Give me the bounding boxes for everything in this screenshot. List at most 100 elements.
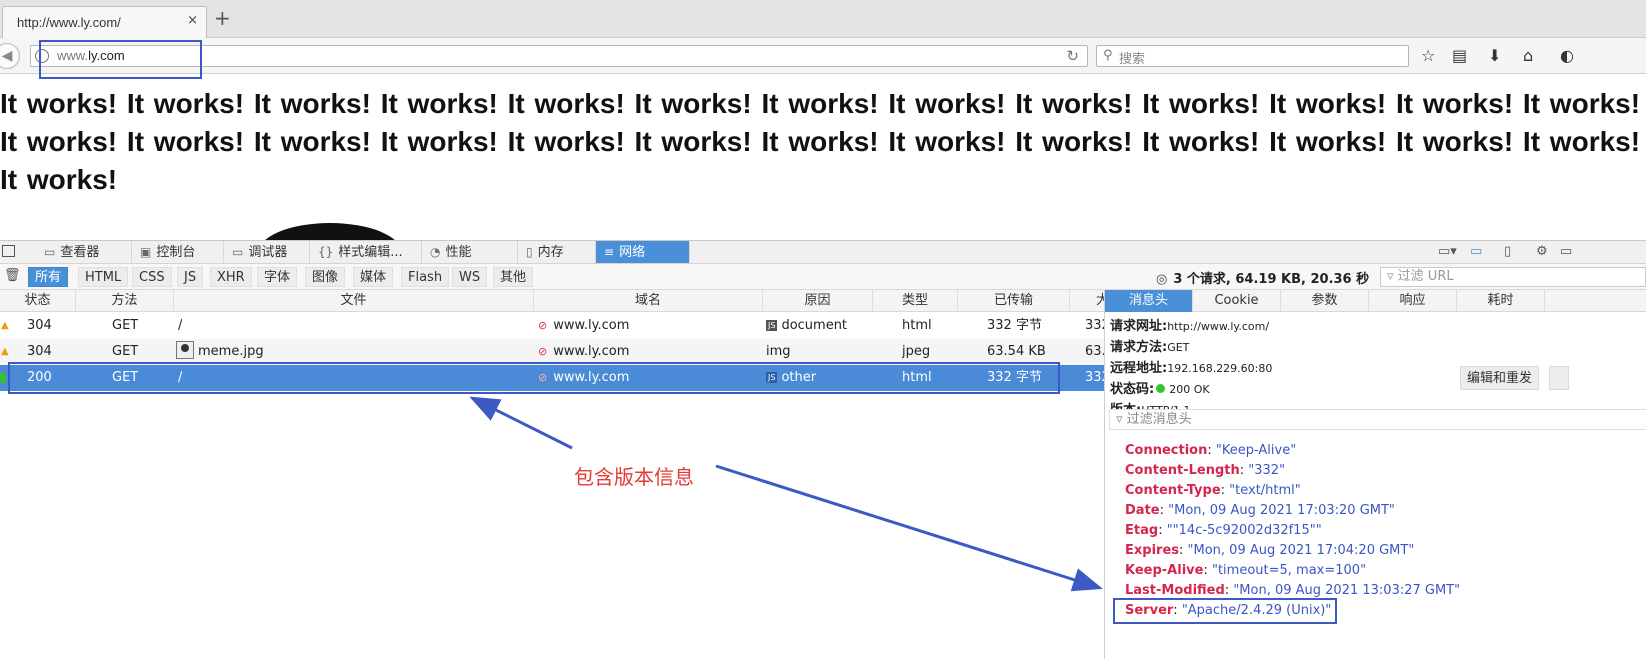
tab-label: 样式编辑... <box>338 245 403 260</box>
trash-icon[interactable]: 🗑 <box>4 268 21 283</box>
tab-params[interactable]: 参数 <box>1281 290 1369 312</box>
back-arrow-icon[interactable]: ◀ <box>0 43 20 69</box>
console-icon: ▣ <box>140 245 152 259</box>
devtools-toolbar: ▭ 查看器 ▣ 控制台 ▭ 调试器 {} 样式编辑... ◔ 性能 ▯ 内存 ≡ 网络 ▭▾ … <box>0 241 1646 264</box>
tab-debugger[interactable]: ▭ 调试器 <box>224 241 310 263</box>
url-annotation-box <box>39 40 202 79</box>
reading-list-icon[interactable]: ▤ <box>1452 46 1467 65</box>
request-method-value: GET <box>1167 341 1190 354</box>
column-method[interactable]: 方法 <box>76 290 174 312</box>
column-type[interactable]: 类型 <box>873 290 958 312</box>
settings-gear-icon[interactable]: ⚙ <box>1536 244 1548 259</box>
filter-js[interactable]: JS <box>177 267 204 287</box>
row-domain: www.ly.com <box>553 344 630 359</box>
row-status: 304 <box>27 318 52 333</box>
header-row: Etag: ""14c-5c92002d32f15"" <box>1125 523 1322 538</box>
tab-memory[interactable]: ▯ 内存 <box>518 241 596 263</box>
style-editor-icon: {} <box>318 245 334 259</box>
dock-layout-icon[interactable]: ▭▾ <box>1438 244 1457 259</box>
tab-console[interactable]: ▣ 控制台 <box>132 241 224 263</box>
filter-fonts[interactable]: 字体 <box>257 267 298 287</box>
header-key: Date <box>1125 503 1160 518</box>
column-transferred[interactable]: 已传输 <box>958 290 1070 312</box>
header-key: Last-Modified <box>1125 583 1225 598</box>
memory-icon: ▯ <box>526 245 533 259</box>
menu-icon[interactable]: ◐ <box>1560 46 1574 65</box>
header-value: "text/html" <box>1229 483 1301 498</box>
filter-ws[interactable]: WS <box>452 267 488 287</box>
request-method-line: 请求方法:GET <box>1110 336 1189 355</box>
header-value: "332" <box>1248 463 1286 478</box>
tab-headers[interactable]: 消息头 <box>1105 290 1193 312</box>
home-icon[interactable]: ⌂ <box>1523 46 1533 65</box>
filter-all[interactable]: 所有 <box>28 267 69 287</box>
image-thumbnail-icon <box>176 341 194 359</box>
split-console-icon[interactable]: ▭ <box>1470 244 1482 259</box>
column-cause[interactable]: 原因 <box>763 290 873 312</box>
column-status[interactable]: 状态 <box>0 290 76 312</box>
insecure-lock-icon: ⊘ <box>538 319 548 332</box>
responsive-mode-icon[interactable]: ▯ <box>1504 244 1511 259</box>
remote-address-label: 远程地址: <box>1110 361 1168 376</box>
filter-flash[interactable]: Flash <box>401 267 450 287</box>
header-value: ""14c-5c92002d32f15"" <box>1166 523 1322 538</box>
status-code-label: 状态码: <box>1110 382 1155 397</box>
tab-network[interactable]: ≡ 网络 <box>596 241 690 263</box>
row-domain-cell: ⊘ www.ly.com <box>538 313 629 339</box>
browser-tab[interactable]: http://www.ly.com/ × <box>2 6 207 38</box>
tab-inspector[interactable]: ▭ 查看器 <box>36 241 132 263</box>
filter-css[interactable]: CSS <box>132 267 172 287</box>
page-content: It works! It works! It works! It works! … <box>0 75 1646 241</box>
header-value: "Mon, 09 Aug 2021 17:04:20 GMT" <box>1187 543 1415 558</box>
table-row[interactable]: ▲ 304 GET / ⊘ www.ly.com JS document html … <box>0 313 1104 339</box>
timer-icon: ◎ <box>1156 272 1168 287</box>
tab-timings[interactable]: 耗时 <box>1457 290 1545 312</box>
filter-media[interactable]: 媒体 <box>353 267 394 287</box>
reload-icon[interactable]: ↻ <box>1066 47 1079 65</box>
search-box[interactable]: ⚲ 搜索 <box>1096 45 1409 67</box>
bookmark-star-icon[interactable]: ☆ <box>1421 46 1435 65</box>
it-works-text: It works! It works! It works! It works! … <box>0 88 1641 195</box>
header-key: Content-Type <box>1125 483 1221 498</box>
edit-and-resend-button[interactable]: 编辑和重发 <box>1460 366 1540 390</box>
filter-images[interactable]: 图像 <box>305 267 346 287</box>
tab-close-icon[interactable]: × <box>187 13 198 28</box>
element-picker-icon[interactable] <box>2 245 15 257</box>
filter-xhr[interactable]: XHR <box>210 267 252 287</box>
tab-label: 查看器 <box>60 245 100 260</box>
filter-html[interactable]: HTML <box>78 267 129 287</box>
column-domain[interactable]: 域名 <box>534 290 763 312</box>
inspector-icon: ▭ <box>44 245 56 259</box>
selected-row-annotation-box <box>8 362 1060 394</box>
column-size[interactable]: 大 <box>1070 290 1104 312</box>
header-filter-input[interactable]: ▿ 过滤消息头 <box>1109 409 1646 430</box>
tab-title: http://www.ly.com/ <box>17 15 121 30</box>
header-row: Content-Length: "332" <box>1125 463 1286 478</box>
insecure-lock-icon: ⊘ <box>538 345 548 358</box>
filter-other[interactable]: 其他 <box>493 267 534 287</box>
request-url-line: 请求网址:http://www.ly.com/ <box>1110 315 1269 334</box>
header-key: Etag <box>1125 523 1159 538</box>
tab-label: 控制台 <box>156 245 196 260</box>
new-tab-icon[interactable]: + <box>214 8 231 28</box>
download-icon[interactable]: ⬇ <box>1488 46 1501 65</box>
column-file[interactable]: 文件 <box>174 290 534 312</box>
raw-headers-button[interactable] <box>1549 366 1569 390</box>
url-filter-input[interactable]: ▿ 过滤 URL <box>1380 267 1646 287</box>
tab-strip: http://www.ly.com/ × + <box>0 0 1646 38</box>
header-key: Content-Length <box>1125 463 1240 478</box>
tab-cookies[interactable]: Cookie <box>1193 290 1281 312</box>
tab-response[interactable]: 响应 <box>1369 290 1457 312</box>
tab-performance[interactable]: ◔ 性能 <box>422 241 518 263</box>
header-key: Expires <box>1125 543 1179 558</box>
details-tabs: 消息头 Cookie 参数 响应 耗时 <box>1105 290 1646 312</box>
row-method: GET <box>112 318 139 333</box>
tab-style-editor[interactable]: {} 样式编辑... <box>310 241 422 263</box>
search-placeholder: 搜索 <box>1119 52 1146 67</box>
header-row: Date: "Mon, 09 Aug 2021 17:03:20 GMT" <box>1125 503 1395 518</box>
dock-side-icon[interactable]: ▭ <box>1560 244 1572 259</box>
js-badge-icon: JS <box>766 320 778 331</box>
header-row: Content-Type: "text/html" <box>1125 483 1301 498</box>
header-value: "timeout=5, max=100" <box>1211 563 1367 578</box>
meme-image <box>258 223 402 241</box>
